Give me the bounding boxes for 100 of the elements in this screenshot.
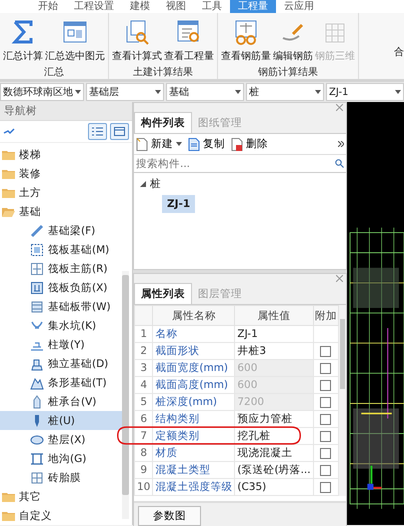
- list-view-button[interactable]: [88, 123, 107, 140]
- more-icon[interactable]: [338, 141, 344, 147]
- tree-item[interactable]: 其它: [0, 487, 122, 506]
- caret-icon: [75, 90, 81, 94]
- row-number: 10: [137, 481, 150, 493]
- tree-item[interactable]: 筏板基础(M): [0, 240, 122, 259]
- parameter-diagram-button[interactable]: 参数图: [138, 506, 201, 526]
- property-value[interactable]: ZJ-1: [234, 326, 314, 342]
- folder-icon: [2, 206, 15, 216]
- ribbon-button[interactable]: 汇总计算: [2, 16, 44, 65]
- checkbox[interactable]: [320, 430, 332, 442]
- property-name: 混凝土强度等级: [152, 478, 235, 496]
- dropdown[interactable]: 桩: [246, 83, 324, 101]
- property-value[interactable]: (泵送砼(坍落...: [234, 462, 314, 478]
- tree-item[interactable]: 条形基础(T): [0, 373, 122, 392]
- checkbox[interactable]: [320, 414, 332, 425]
- toolbar-button[interactable]: 删除: [231, 137, 268, 151]
- tree-item[interactable]: 独立基础(D): [0, 354, 122, 373]
- property-value[interactable]: 挖孔桩: [234, 428, 314, 444]
- component-icon: [30, 432, 44, 446]
- tree-item[interactable]: 楼梯: [0, 145, 122, 164]
- caret-icon: [315, 90, 321, 94]
- ribbon-tab[interactable]: 开始: [30, 0, 66, 13]
- checkbox[interactable]: [320, 464, 332, 476]
- group-label: 钢筋计算结果: [257, 66, 319, 80]
- property-value[interactable]: 现浇混凝土: [234, 444, 314, 462]
- ribbon-tab[interactable]: 建模: [122, 0, 158, 13]
- property-name: 定额类别: [152, 428, 235, 444]
- tree-item[interactable]: 装修: [0, 164, 122, 183]
- column-header: 属性值: [234, 306, 314, 326]
- component-icon: [30, 262, 44, 276]
- ribbon-button[interactable]: 查看工程量: [163, 16, 215, 65]
- ribbon-button[interactable]: 查看钢筋量: [220, 16, 272, 65]
- dropdown[interactable]: 基础层: [86, 83, 164, 101]
- folder-icon: [2, 188, 15, 198]
- tree-item[interactable]: 地沟(G): [0, 449, 122, 468]
- search-icon: [335, 159, 344, 168]
- ribbon-button[interactable]: 编辑钢筋: [272, 16, 314, 65]
- tree-item[interactable]: ZJ-1: [162, 195, 196, 213]
- component-icon: [30, 376, 44, 390]
- tree-item[interactable]: 筏板主筋(R): [0, 259, 122, 278]
- ribbon-tab[interactable]: 工具: [194, 0, 230, 13]
- row-number: 6: [140, 413, 148, 425]
- property-name: 桩深度(mm): [152, 394, 235, 410]
- close-icon[interactable]: [336, 104, 343, 111]
- dropdown[interactable]: 数德环球南区地: [0, 83, 84, 101]
- tree-item[interactable]: 集水坑(K): [0, 316, 122, 335]
- component-icon: [30, 452, 44, 466]
- checkbox[interactable]: [320, 482, 332, 493]
- dropdown[interactable]: 基础: [166, 83, 244, 101]
- group-label: 土建计算结果: [132, 66, 194, 80]
- tree-item[interactable]: 砖胎膜: [0, 468, 122, 487]
- panel-tab[interactable]: 属性列表: [134, 283, 192, 304]
- folder-icon: [2, 510, 15, 520]
- dropdown[interactable]: ZJ-1: [326, 83, 404, 101]
- window-icon: [114, 127, 125, 136]
- tree-item[interactable]: 垫层(X): [0, 430, 122, 449]
- tree-item[interactable]: 自定义: [0, 506, 122, 525]
- tree-item[interactable]: 筏板负筋(X): [0, 278, 122, 297]
- caret-icon: [395, 90, 401, 94]
- ribbon-tab[interactable]: 视图: [158, 0, 194, 13]
- panel-view-button[interactable]: [110, 123, 129, 140]
- row-number: 3: [140, 362, 148, 374]
- ribbon-tab[interactable]: 工程设置: [66, 0, 122, 13]
- row-number: 8: [140, 447, 148, 459]
- property-name: 混凝土类型: [152, 462, 235, 478]
- property-value[interactable]: 预应力管桩: [234, 410, 314, 428]
- ribbon-button[interactable]: 汇总选中图元: [44, 16, 106, 65]
- row-number: 5: [140, 396, 148, 408]
- scrollbar[interactable]: [339, 305, 346, 496]
- panel-tab[interactable]: 构件列表: [134, 112, 192, 133]
- property-name: 截面高度(mm): [152, 376, 235, 394]
- close-icon[interactable]: [336, 275, 343, 282]
- tree-item[interactable]: 桩(U): [0, 411, 122, 430]
- list-icon: [92, 127, 103, 136]
- tree-item[interactable]: 土方: [0, 183, 122, 202]
- tree-item[interactable]: 基础板带(W): [0, 297, 122, 316]
- row-number: 7: [140, 430, 148, 442]
- component-icon: [30, 470, 44, 484]
- ribbon-tab[interactable]: 云应用: [276, 0, 322, 13]
- ribbon-button[interactable]: 查看计算式: [111, 16, 163, 65]
- scrollbar[interactable]: [122, 271, 129, 519]
- checkbox[interactable]: [320, 346, 332, 357]
- property-value[interactable]: (C35): [234, 478, 314, 496]
- toolbar-button[interactable]: 复制: [188, 137, 225, 151]
- tree-item[interactable]: 柱墩(Y): [0, 335, 122, 354]
- checkbox[interactable]: [320, 448, 332, 459]
- ribbon-button[interactable]: 合: [391, 13, 404, 79]
- tree-item[interactable]: 基础梁(F): [0, 221, 122, 240]
- tree-item[interactable]: 基础: [0, 202, 122, 221]
- property-name: 材质: [152, 444, 235, 462]
- expand-arrow-icon: [140, 181, 146, 187]
- tree-item[interactable]: 桩: [140, 177, 340, 191]
- toolbar-button[interactable]: 新建: [136, 137, 182, 151]
- property-name: 截面形状: [152, 342, 235, 360]
- tree-item[interactable]: 桩承台(V): [0, 392, 122, 411]
- caret-icon: [155, 90, 161, 94]
- delete-icon: [231, 138, 243, 150]
- search-field[interactable]: 搜索构件...: [136, 158, 335, 170]
- caret-icon: [176, 142, 182, 146]
